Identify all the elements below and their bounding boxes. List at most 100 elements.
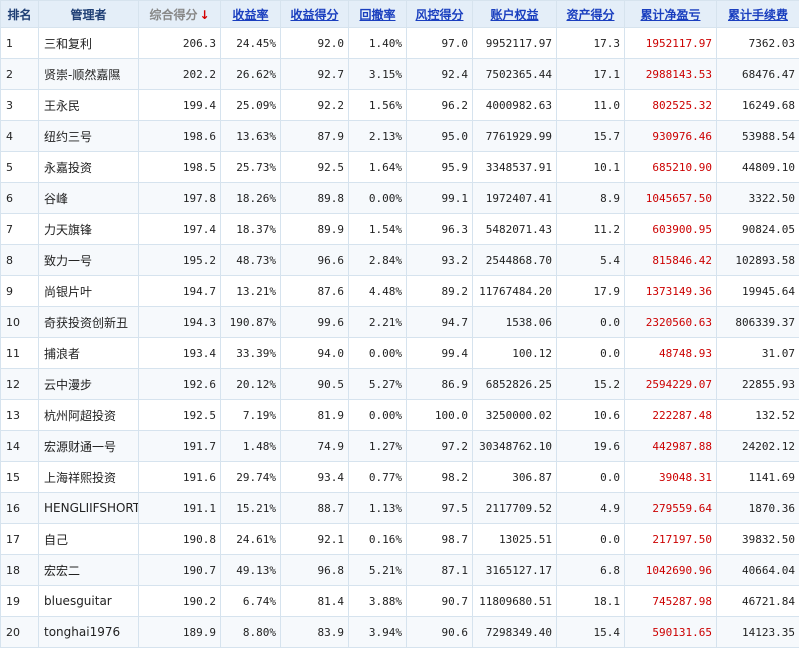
table-row: 2贤崇-顺然嘉隰202.226.62%92.73.15%92.47502365.…: [1, 59, 799, 90]
cell-return-score: 81.4: [281, 586, 349, 617]
cell-fees: 53988.54: [717, 121, 799, 152]
cell-risk-score: 100.0: [407, 400, 473, 431]
cell-risk-score: 94.7: [407, 307, 473, 338]
cell-asset-score: 10.6: [557, 400, 625, 431]
cell-fees: 39832.50: [717, 524, 799, 555]
cell-asset-score: 11.2: [557, 214, 625, 245]
cell-rank: 12: [1, 369, 39, 400]
cell-manager: HENGLIIFSHORT: [39, 493, 139, 524]
table-row: 8致力一号195.248.73%96.62.84%93.22544868.705…: [1, 245, 799, 276]
table-row: 4纽约三号198.613.63%87.92.13%95.07761929.991…: [1, 121, 799, 152]
cell-drawdown: 5.21%: [349, 555, 407, 586]
cell-risk-score: 98.2: [407, 462, 473, 493]
cell-manager: 纽约三号: [39, 121, 139, 152]
cell-return-rate: 1.48%: [221, 431, 281, 462]
cell-net-profit: 815846.42: [625, 245, 717, 276]
cell-total-score: 191.7: [139, 431, 221, 462]
cell-total-score: 206.3: [139, 28, 221, 59]
cell-equity: 2117709.52: [473, 493, 557, 524]
cell-equity: 306.87: [473, 462, 557, 493]
cell-total-score: 198.6: [139, 121, 221, 152]
cell-risk-score: 90.6: [407, 617, 473, 648]
cell-equity: 7502365.44: [473, 59, 557, 90]
cell-drawdown: 5.27%: [349, 369, 407, 400]
cell-drawdown: 1.40%: [349, 28, 407, 59]
cell-drawdown: 3.94%: [349, 617, 407, 648]
cell-drawdown: 4.48%: [349, 276, 407, 307]
sort-down-arrow-icon: ↓: [199, 8, 209, 22]
cell-drawdown: 2.84%: [349, 245, 407, 276]
cell-return-rate: 6.74%: [221, 586, 281, 617]
cell-return-score: 96.6: [281, 245, 349, 276]
cell-return-rate: 18.26%: [221, 183, 281, 214]
cell-total-score: 190.8: [139, 524, 221, 555]
header-total-score[interactable]: 综合得分↓: [139, 1, 221, 28]
cell-return-score: 87.6: [281, 276, 349, 307]
cell-net-profit: 217197.50: [625, 524, 717, 555]
cell-equity: 1972407.41: [473, 183, 557, 214]
cell-risk-score: 97.0: [407, 28, 473, 59]
cell-fees: 3322.50: [717, 183, 799, 214]
cell-return-rate: 48.73%: [221, 245, 281, 276]
cell-equity: 5482071.43: [473, 214, 557, 245]
cell-return-rate: 7.19%: [221, 400, 281, 431]
cell-net-profit: 1952117.97: [625, 28, 717, 59]
cell-rank: 14: [1, 431, 39, 462]
cell-return-rate: 18.37%: [221, 214, 281, 245]
table-row: 1三和复利206.324.45%92.01.40%97.09952117.971…: [1, 28, 799, 59]
cell-manager: 尚银片叶: [39, 276, 139, 307]
cell-net-profit: 685210.90: [625, 152, 717, 183]
cell-fees: 806339.37: [717, 307, 799, 338]
cell-fees: 31.07: [717, 338, 799, 369]
cell-manager: 云中漫步: [39, 369, 139, 400]
cell-net-profit: 2594229.07: [625, 369, 717, 400]
cell-asset-score: 0.0: [557, 307, 625, 338]
cell-equity: 7298349.40: [473, 617, 557, 648]
cell-drawdown: 0.16%: [349, 524, 407, 555]
table-row: 13杭州阿超投资192.57.19%81.90.00%100.03250000.…: [1, 400, 799, 431]
cell-rank: 13: [1, 400, 39, 431]
cell-asset-score: 17.1: [557, 59, 625, 90]
cell-rank: 20: [1, 617, 39, 648]
header-total-score-label: 综合得分: [149, 8, 197, 22]
cell-equity: 1538.06: [473, 307, 557, 338]
cell-fees: 22855.93: [717, 369, 799, 400]
header-drawdown[interactable]: 回撤率: [349, 1, 407, 28]
table-row: 6谷峰197.818.26%89.80.00%99.11972407.418.9…: [1, 183, 799, 214]
header-asset-score[interactable]: 资产得分: [557, 1, 625, 28]
cell-manager: bluesguitar: [39, 586, 139, 617]
cell-return-score: 92.2: [281, 90, 349, 121]
cell-return-score: 74.9: [281, 431, 349, 462]
cell-asset-score: 4.9: [557, 493, 625, 524]
cell-drawdown: 3.15%: [349, 59, 407, 90]
cell-total-score: 198.5: [139, 152, 221, 183]
cell-equity: 2544868.70: [473, 245, 557, 276]
cell-return-rate: 25.73%: [221, 152, 281, 183]
cell-asset-score: 0.0: [557, 338, 625, 369]
cell-fees: 46721.84: [717, 586, 799, 617]
header-equity[interactable]: 账户权益: [473, 1, 557, 28]
cell-manager: 自己: [39, 524, 139, 555]
header-net-profit[interactable]: 累计净盈亏: [625, 1, 717, 28]
table-row: 18宏宏二190.749.13%96.85.21%87.13165127.176…: [1, 555, 799, 586]
cell-asset-score: 15.2: [557, 369, 625, 400]
cell-equity: 100.12: [473, 338, 557, 369]
cell-manager: 杭州阿超投资: [39, 400, 139, 431]
header-return-rate[interactable]: 收益率: [221, 1, 281, 28]
cell-net-profit: 1045657.50: [625, 183, 717, 214]
table-row: 14宏源财通一号191.71.48%74.91.27%97.230348762.…: [1, 431, 799, 462]
cell-equity: 3165127.17: [473, 555, 557, 586]
cell-return-rate: 13.21%: [221, 276, 281, 307]
cell-rank: 8: [1, 245, 39, 276]
header-risk-score[interactable]: 风控得分: [407, 1, 473, 28]
header-fees[interactable]: 累计手续费: [717, 1, 799, 28]
cell-net-profit: 745287.98: [625, 586, 717, 617]
cell-fees: 24202.12: [717, 431, 799, 462]
header-return-score[interactable]: 收益得分: [281, 1, 349, 28]
cell-return-rate: 26.62%: [221, 59, 281, 90]
cell-equity: 3250000.02: [473, 400, 557, 431]
cell-risk-score: 95.0: [407, 121, 473, 152]
cell-drawdown: 0.00%: [349, 400, 407, 431]
cell-drawdown: 1.64%: [349, 152, 407, 183]
cell-equity: 30348762.10: [473, 431, 557, 462]
